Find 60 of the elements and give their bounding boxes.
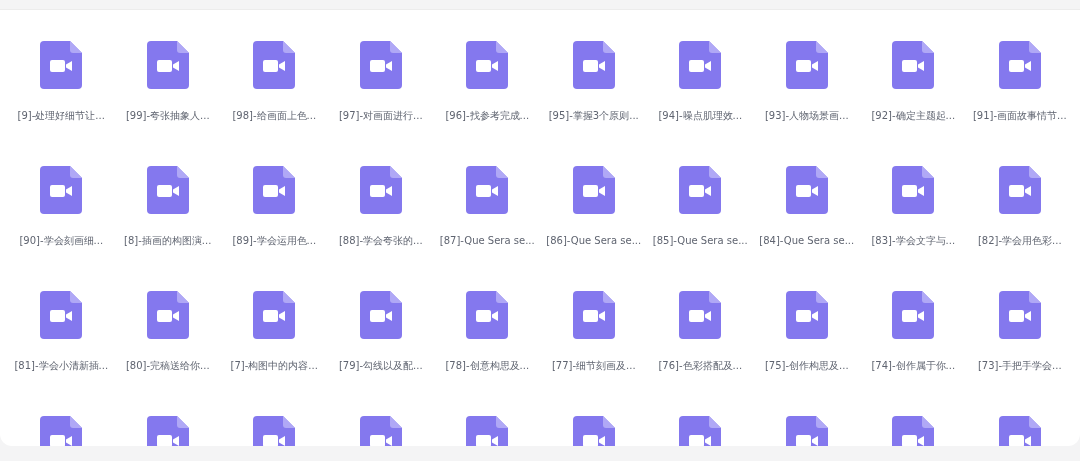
video-file-icon[interactable] (892, 166, 935, 214)
file-name[interactable]: [97]-对画面进行... (338, 109, 423, 123)
video-file-icon[interactable] (40, 291, 83, 339)
video-file-icon[interactable] (40, 41, 83, 89)
video-file-icon[interactable] (892, 291, 935, 339)
video-file-icon[interactable] (679, 291, 722, 339)
file-name[interactable]: [75]-创作构思及... (764, 359, 849, 373)
file-name[interactable]: [83]-学会文字与... (871, 234, 956, 248)
file-name[interactable]: [84]-Que Sera se... (759, 234, 855, 248)
video-file-icon[interactable] (998, 41, 1041, 89)
video-file-icon[interactable] (146, 41, 189, 89)
video-file-icon[interactable] (892, 41, 935, 89)
file-name[interactable]: [82]-学会用色彩... (977, 234, 1062, 248)
video-file-icon[interactable] (998, 291, 1041, 339)
file-name[interactable]: [95]-掌握3个原则... (548, 109, 639, 123)
video-file-icon[interactable] (572, 166, 615, 214)
video-file-icon[interactable] (572, 41, 615, 89)
file-name[interactable]: [87]-Que Sera se... (439, 234, 535, 248)
file-name[interactable]: [94]-噪点肌理效... (658, 109, 743, 123)
video-file-icon[interactable] (785, 41, 828, 89)
file-name[interactable]: [79]-勾线以及配... (338, 359, 423, 373)
video-file-icon[interactable] (359, 166, 402, 214)
video-file-icon[interactable] (998, 166, 1041, 214)
file-name[interactable]: [90]-学会刻画细... (19, 234, 104, 248)
file-name[interactable]: [98]-给画面上色... (232, 109, 317, 123)
video-file-icon[interactable] (146, 166, 189, 214)
file-name[interactable]: [74]-创作属于你... (871, 359, 956, 373)
file-name[interactable]: [78]-创意构思及... (445, 359, 530, 373)
file-name[interactable]: [7]-构图中的内容... (230, 359, 318, 373)
file-name[interactable]: [81]-学会小清新插... (14, 359, 109, 373)
file-name[interactable]: [8]-插画的构图演... (124, 234, 212, 248)
video-file-icon[interactable] (253, 291, 296, 339)
video-file-icon[interactable] (253, 166, 296, 214)
video-file-icon[interactable] (40, 166, 83, 214)
video-file-icon[interactable] (359, 291, 402, 339)
video-file-icon[interactable] (466, 166, 509, 214)
file-name[interactable]: [88]-学会夸张的... (338, 234, 423, 248)
video-file-icon[interactable] (466, 291, 509, 339)
file-name[interactable]: [73]-手把手学会... (977, 359, 1062, 373)
file-name[interactable]: [93]-人物场景画... (764, 109, 849, 123)
file-name[interactable]: [77]-细节刻画及... (551, 359, 636, 373)
video-file-icon[interactable] (253, 41, 296, 89)
file-name[interactable]: [80]-完稿送给你... (125, 359, 210, 373)
video-file-icon[interactable] (785, 291, 828, 339)
video-file-icon[interactable] (679, 41, 722, 89)
file-name[interactable]: [99]-夸张抽象人... (125, 109, 210, 123)
file-name[interactable]: [76]-色彩搭配及... (658, 359, 743, 373)
file-name[interactable]: [89]-学会运用色... (232, 234, 317, 248)
video-file-icon[interactable] (679, 166, 722, 214)
file-name[interactable]: [92]-确定主题起... (871, 109, 956, 123)
file-name[interactable]: [9]-处理好细节让... (17, 109, 105, 123)
video-file-icon[interactable] (146, 291, 189, 339)
video-file-icon[interactable] (466, 41, 509, 89)
file-name[interactable]: [85]-Que Sera se... (652, 234, 748, 248)
video-file-icon[interactable] (359, 41, 402, 89)
video-file-icon[interactable] (572, 291, 615, 339)
file-name[interactable]: [86]-Que Sera se... (546, 234, 642, 248)
file-name[interactable]: [96]-找参考完成... (445, 109, 530, 123)
file-name[interactable]: [91]-画面故事情节... (972, 109, 1067, 123)
video-file-icon[interactable] (785, 166, 828, 214)
